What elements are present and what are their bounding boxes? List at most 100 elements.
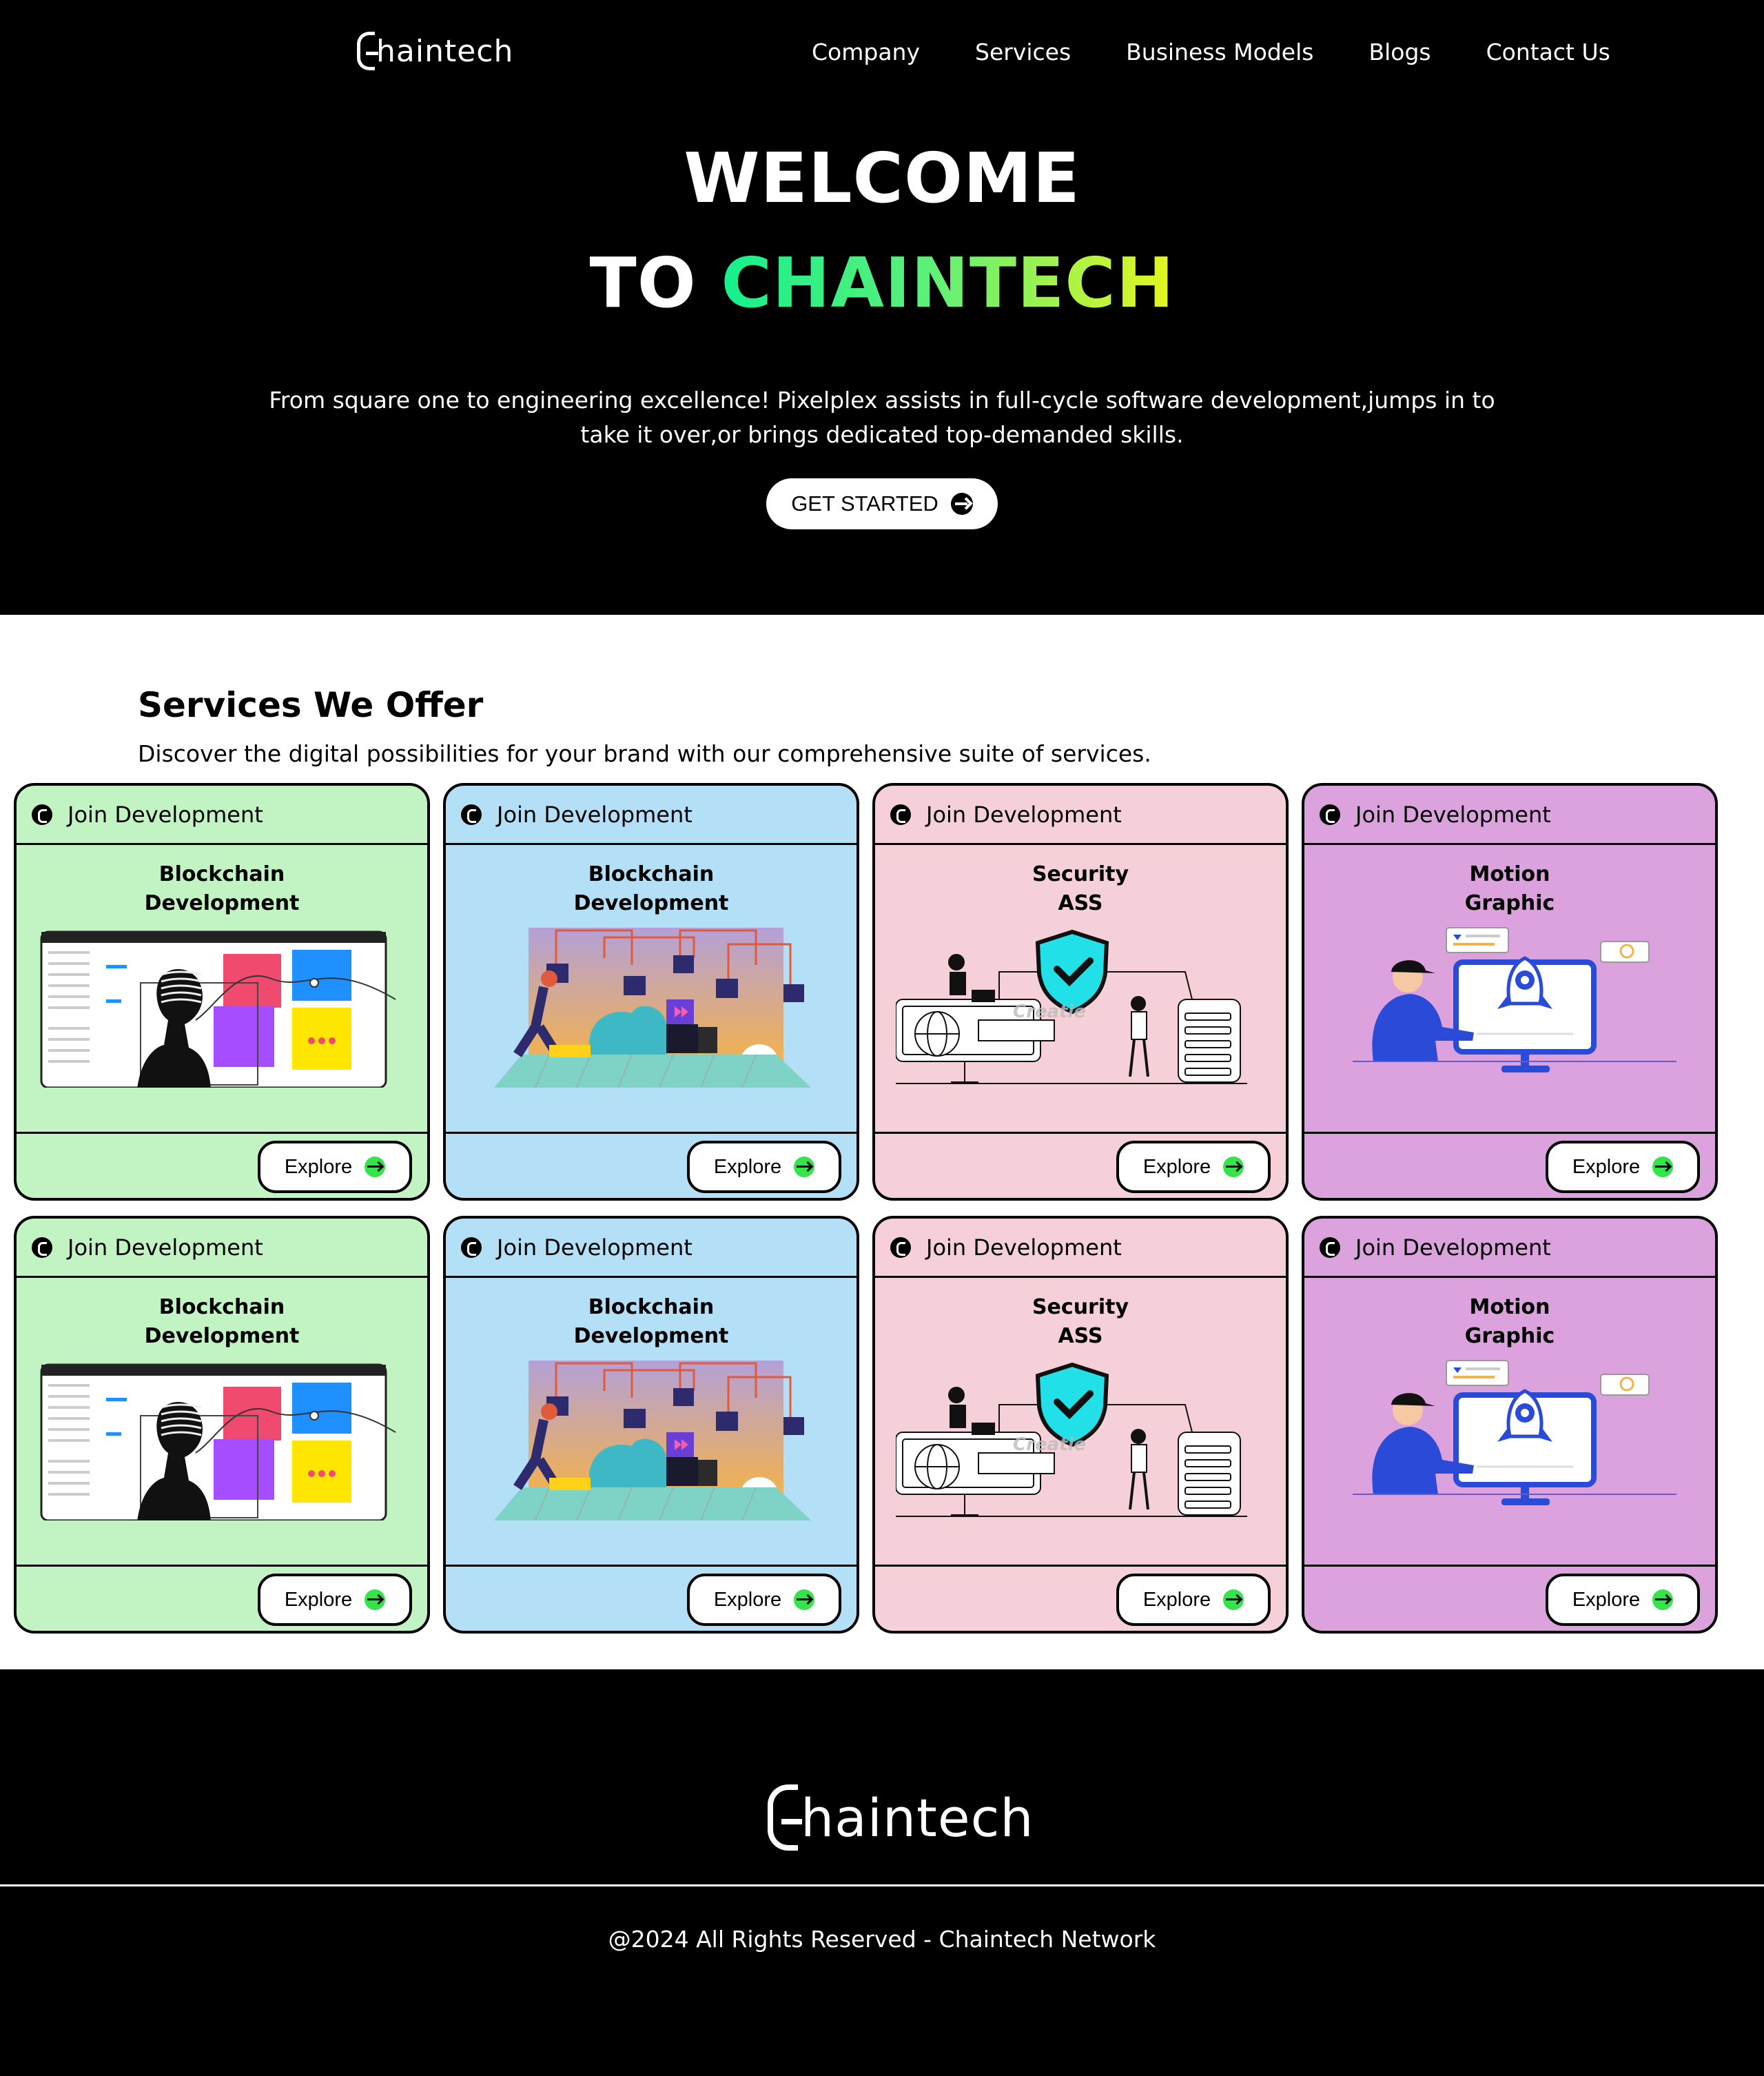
card-footer: Explore: [446, 1132, 857, 1198]
arrow-right-icon: [365, 1589, 386, 1610]
svg-text:Creatie: Creatie: [1013, 1434, 1086, 1455]
chaintech-coin-icon: [32, 804, 52, 825]
copyright-text: @2024 All Rights Reserved - Chaintech Ne…: [608, 1926, 1156, 1953]
card-footer: Explore: [875, 1565, 1286, 1631]
card-footer: Explore: [17, 1132, 427, 1198]
card-footer: Explore: [875, 1132, 1286, 1198]
hero-section: haintech Company Services Business Model…: [0, 0, 1764, 615]
card-title: Security ASS: [1032, 862, 1129, 915]
motion-graphic-illustration: [1325, 1356, 1697, 1520]
hero-title-chaintech: CHAINTECH: [721, 243, 1175, 323]
design-app-illustration: [37, 924, 409, 1089]
arrow-right-icon: [1223, 1589, 1244, 1610]
header-logo[interactable]: haintech: [357, 29, 513, 73]
get-started-button[interactable]: GET STARTED: [766, 478, 998, 529]
service-card[interactable]: Join Development Security ASS Creatie Ex…: [872, 783, 1289, 1201]
card-header: Join Development: [1304, 786, 1715, 845]
arrow-right-icon: [1223, 1157, 1244, 1177]
hero-description: From square one to engineering excellenc…: [269, 387, 1495, 448]
explore-label: Explore: [1572, 1155, 1641, 1178]
card-title: Blockchain Development: [144, 1295, 300, 1348]
footer-logo-text: haintech: [801, 1787, 1034, 1849]
chaintech-coin-icon: [32, 1237, 52, 1258]
security-shield-illustration: Creatie: [895, 924, 1268, 1088]
blockchain-network-illustration: [466, 1356, 839, 1521]
arrow-right-icon: [1652, 1157, 1674, 1177]
card-header-label: Join Development: [497, 1234, 693, 1261]
explore-label: Explore: [1142, 1588, 1211, 1611]
explore-label: Explore: [1142, 1155, 1211, 1178]
hero-title-brand: TO CHAINTECH: [0, 243, 1764, 323]
nav-company[interactable]: Company: [812, 39, 920, 65]
card-title: Blockchain Development: [573, 862, 729, 915]
card-footer: Explore: [17, 1565, 427, 1631]
nav-business-models[interactable]: Business Models: [1126, 39, 1313, 65]
arrow-right-icon: [794, 1589, 815, 1610]
explore-label: Explore: [713, 1588, 782, 1611]
arrow-right-icon: [950, 493, 973, 515]
service-card[interactable]: Join Development Security ASS Creatie Ex…: [872, 1216, 1289, 1634]
explore-button[interactable]: Explore: [258, 1574, 412, 1626]
card-header: Join Development: [875, 1219, 1286, 1278]
card-title: Blockchain Development: [144, 862, 300, 915]
card-title: Motion Graphic: [1464, 1295, 1555, 1348]
card-footer: Explore: [446, 1565, 857, 1631]
services-subtitle: Discover the digital possibilities for y…: [138, 740, 1151, 767]
explore-label: Explore: [284, 1588, 353, 1611]
nav-contact-us[interactable]: Contact Us: [1486, 39, 1610, 65]
logo-c-mark-icon: [768, 1784, 802, 1851]
explore-button[interactable]: Explore: [687, 1574, 841, 1626]
services-section: Services We Offer Discover the digital p…: [0, 615, 1764, 1669]
explore-button[interactable]: Explore: [1546, 1141, 1700, 1193]
card-header: Join Development: [446, 786, 857, 845]
service-card[interactable]: Join Development Motion Graphic Explore: [1302, 1216, 1718, 1634]
card-header-label: Join Development: [926, 801, 1122, 828]
chaintech-coin-icon: [890, 1237, 911, 1258]
hero-title-welcome: WELCOME: [684, 138, 1080, 218]
services-title: Services We Offer: [138, 685, 484, 725]
card-header: Join Development: [446, 1219, 857, 1278]
nav-blogs[interactable]: Blogs: [1368, 39, 1430, 65]
service-card[interactable]: Join Development Motion Graphic Explore: [1302, 783, 1718, 1201]
footer: haintech @2024 All Rights Reserved - Cha…: [0, 1669, 1764, 2076]
explore-button[interactable]: Explore: [258, 1141, 412, 1193]
card-header-label: Join Development: [926, 1234, 1122, 1261]
service-card[interactable]: Join Development Blockchain Development …: [14, 783, 430, 1201]
footer-logo[interactable]: haintech: [768, 1780, 1034, 1855]
service-card[interactable]: Join Development Blockchain Development: [443, 783, 859, 1201]
chaintech-coin-icon: [461, 804, 482, 825]
logo-c-mark-icon: [357, 32, 378, 70]
arrow-right-icon: [365, 1157, 386, 1177]
service-card[interactable]: Join Development Blockchain Development …: [14, 1216, 430, 1634]
service-card[interactable]: Join Development Blockchain Development: [443, 1216, 859, 1634]
chaintech-coin-icon: [1320, 804, 1340, 825]
arrow-right-icon: [794, 1157, 815, 1177]
explore-button[interactable]: Explore: [1116, 1574, 1271, 1626]
explore-button[interactable]: Explore: [1546, 1574, 1700, 1626]
card-header-label: Join Development: [68, 1234, 263, 1261]
explore-label: Explore: [284, 1155, 353, 1178]
security-shield-illustration: Creatie: [895, 1356, 1268, 1520]
card-title: Blockchain Development: [573, 1295, 729, 1348]
explore-button[interactable]: Explore: [1116, 1141, 1271, 1193]
card-header: Join Development: [17, 1219, 427, 1278]
chaintech-coin-icon: [461, 1237, 482, 1258]
svg-text:Creatie: Creatie: [1013, 1001, 1086, 1022]
logo-text: haintech: [376, 33, 514, 69]
design-app-illustration: [37, 1356, 409, 1522]
explore-button[interactable]: Explore: [687, 1141, 841, 1193]
card-footer: Explore: [1304, 1565, 1715, 1631]
hero-title-to: TO: [589, 243, 721, 323]
card-header-label: Join Development: [68, 801, 263, 828]
nav-services[interactable]: Services: [975, 39, 1071, 65]
card-header: Join Development: [1304, 1219, 1715, 1278]
footer-divider: [0, 1884, 1764, 1886]
card-header: Join Development: [17, 786, 427, 845]
card-header-label: Join Development: [1355, 1234, 1551, 1261]
card-title: Motion Graphic: [1464, 862, 1555, 915]
card-header: Join Development: [875, 786, 1286, 845]
chaintech-coin-icon: [890, 804, 911, 825]
card-footer: Explore: [1304, 1132, 1715, 1198]
get-started-label: GET STARTED: [791, 491, 939, 516]
explore-label: Explore: [713, 1155, 782, 1178]
